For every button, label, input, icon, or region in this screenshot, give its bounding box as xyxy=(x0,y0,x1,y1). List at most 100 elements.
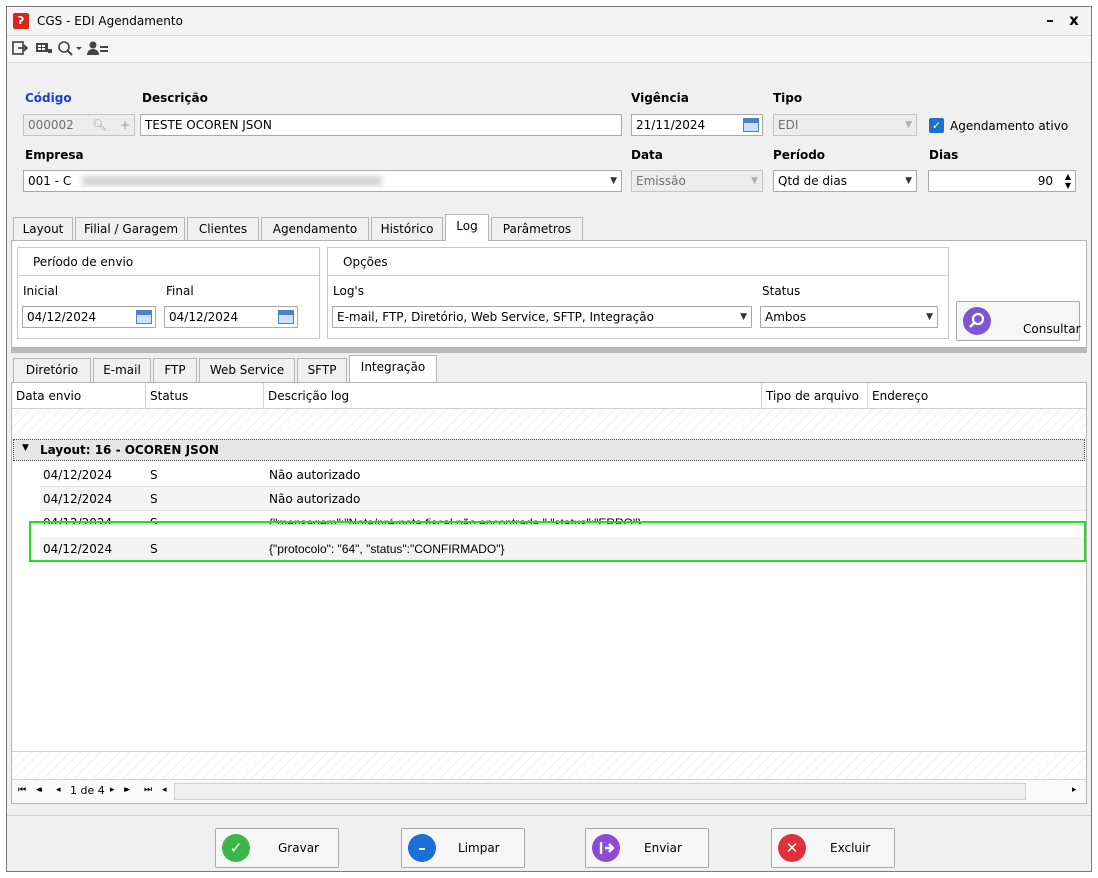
table-row[interactable]: 04/12/2024 S Não autorizado xyxy=(40,463,1086,487)
col-descricao-log[interactable]: Descrição log xyxy=(264,383,762,409)
app-logo-icon: ʔ xyxy=(13,13,29,29)
scroll-left-icon[interactable]: ◂ xyxy=(162,785,167,795)
add-icon[interactable]: + xyxy=(120,115,130,135)
tab-clientes[interactable]: Clientes xyxy=(187,217,259,241)
first-page-icon[interactable]: ⏮ xyxy=(18,785,26,795)
subtab-ftp[interactable]: FTP xyxy=(153,358,197,382)
gravar-label: Gravar xyxy=(278,841,319,855)
final-label: Final xyxy=(166,284,194,298)
group-row-layout[interactable]: ▼ Layout: 16 - OCOREN JSON xyxy=(13,439,1085,461)
stepper-arrows-icon[interactable]: ▲ ▼ xyxy=(1065,172,1071,190)
exit-icon[interactable] xyxy=(11,40,29,58)
data-value: Emissão xyxy=(636,174,686,188)
periodo-select[interactable]: Qtd de dias ▼ xyxy=(773,170,917,192)
empresa-label: Empresa xyxy=(25,148,84,162)
inicial-label: Inicial xyxy=(23,284,59,298)
tab-filial-garagem[interactable]: Filial / Garagem xyxy=(75,217,185,241)
final-date-field[interactable]: 04/12/2024 xyxy=(164,306,298,328)
prev-record-icon[interactable]: ◂ xyxy=(56,785,61,795)
collapse-icon[interactable]: ▼ xyxy=(22,443,29,453)
logs-label: Log's xyxy=(333,284,364,298)
page-indicator: 1 de 4 xyxy=(70,784,105,797)
close-button[interactable]: x xyxy=(1063,9,1085,31)
delete-icon: ✕ xyxy=(778,834,806,862)
tab-parametros[interactable]: Parâmetros xyxy=(491,217,583,241)
vigencia-value: 21/11/2024 xyxy=(636,118,706,132)
col-data-envio[interactable]: Data envio xyxy=(12,383,146,409)
chevron-down-icon: ▼ xyxy=(751,176,758,186)
users-icon[interactable] xyxy=(87,40,109,58)
title-bar: ʔ CGS - EDI Agendamento – x xyxy=(7,7,1091,35)
status-value: Ambos xyxy=(765,310,807,324)
horizontal-scrollbar[interactable] xyxy=(174,783,1026,800)
tab-agendamento[interactable]: Agendamento xyxy=(261,217,369,241)
send-icon xyxy=(592,834,620,862)
footer-divider xyxy=(7,815,1091,816)
subtab-sftp[interactable]: SFTP xyxy=(297,358,347,382)
data-select[interactable]: Emissão ▼ xyxy=(631,170,763,192)
enviar-label: Enviar xyxy=(644,841,682,855)
logs-select[interactable]: E-mail, FTP, Diretório, Web Service, SFT… xyxy=(332,306,752,328)
tab-historico[interactable]: Histórico xyxy=(371,217,443,241)
status-select[interactable]: Ambos ▼ xyxy=(760,306,938,328)
redacted-text xyxy=(82,176,382,186)
table-row[interactable]: 04/12/2024 S Não autorizado xyxy=(40,487,1086,511)
subtab-integracao[interactable]: Integração xyxy=(349,355,437,382)
agendamento-ativo-checkbox[interactable]: ✓ xyxy=(929,118,944,133)
calendar-icon[interactable] xyxy=(278,310,294,324)
subtab-diretorio[interactable]: Diretório xyxy=(13,358,91,382)
highlight-box xyxy=(29,521,1086,562)
enviar-button[interactable]: Enviar xyxy=(585,828,709,868)
consultar-button[interactable]: Consultar xyxy=(956,301,1081,341)
window-title: CGS - EDI Agendamento xyxy=(37,14,183,28)
calendar-icon[interactable] xyxy=(743,118,759,132)
col-endereco[interactable]: Endereço xyxy=(868,383,1086,409)
cell-desc: Não autorizado xyxy=(269,468,361,482)
app-window: ʔ CGS - EDI Agendamento – x Código Descr… xyxy=(6,6,1092,872)
minimize-button[interactable]: – xyxy=(1039,9,1061,31)
cell-date: 04/12/2024 xyxy=(43,492,113,506)
tab-layout[interactable]: Layout xyxy=(13,217,73,241)
subtab-web-service[interactable]: Web Service xyxy=(199,358,295,382)
vigencia-label: Vigência xyxy=(631,91,689,105)
empresa-value: 001 - C xyxy=(28,174,72,188)
grid-icon[interactable] xyxy=(35,40,53,58)
tipo-select[interactable]: EDI ▼ xyxy=(773,114,917,136)
excluir-button[interactable]: ✕ Excluir xyxy=(771,828,895,868)
subtab-email[interactable]: E-mail xyxy=(93,358,151,382)
toolbar xyxy=(7,35,1091,63)
periodo-envio-group: Período de envio Inicial Final 04/12/202… xyxy=(17,247,320,339)
status-label: Status xyxy=(762,284,801,298)
tab-log[interactable]: Log xyxy=(445,214,489,241)
next-page-icon[interactable]: ▸▸ xyxy=(124,785,130,795)
main-tabs: Layout Filial / Garagem Clientes Agendam… xyxy=(13,214,613,242)
group-label: Layout: 16 - OCOREN JSON xyxy=(40,443,219,457)
sub-tabs: Diretório E-mail FTP Web Service SFTP In… xyxy=(13,355,613,383)
scroll-right-icon[interactable]: ▸ xyxy=(1072,785,1077,795)
col-status[interactable]: Status xyxy=(146,383,264,409)
dias-stepper[interactable]: 90 ▲ ▼ xyxy=(928,170,1076,192)
footer-panel xyxy=(12,751,1086,779)
next-record-icon[interactable]: ▸ xyxy=(110,785,115,795)
dias-label: Dias xyxy=(929,148,959,162)
calendar-icon[interactable] xyxy=(136,310,152,324)
lookup-search-icon[interactable]: 🔍︎ xyxy=(92,115,107,135)
search-icon[interactable] xyxy=(57,40,83,58)
vigencia-date-field[interactable]: 21/11/2024 xyxy=(631,114,763,136)
col-tipo-arquivo[interactable]: Tipo de arquivo xyxy=(762,383,868,409)
codigo-field[interactable]: 000002 🔍︎ + xyxy=(23,114,135,136)
last-page-icon[interactable]: ⏭ xyxy=(144,785,152,795)
descricao-input[interactable]: TESTE OCOREN JSON xyxy=(140,114,622,136)
consultar-label: Consultar xyxy=(1023,322,1081,336)
inicial-date-field[interactable]: 04/12/2024 xyxy=(22,306,156,328)
limpar-button[interactable]: – Limpar xyxy=(401,828,525,868)
cell-status: S xyxy=(150,492,158,506)
prev-page-icon[interactable]: ◂◂ xyxy=(36,785,42,795)
gravar-button[interactable]: ✓ Gravar xyxy=(215,828,339,868)
splitter[interactable] xyxy=(11,348,1087,353)
empresa-select[interactable]: 001 - C ▼ xyxy=(23,170,622,192)
data-label: Data xyxy=(631,148,663,162)
minus-icon: – xyxy=(408,834,436,862)
descricao-label: Descrição xyxy=(142,91,208,105)
search-icon xyxy=(963,307,991,335)
